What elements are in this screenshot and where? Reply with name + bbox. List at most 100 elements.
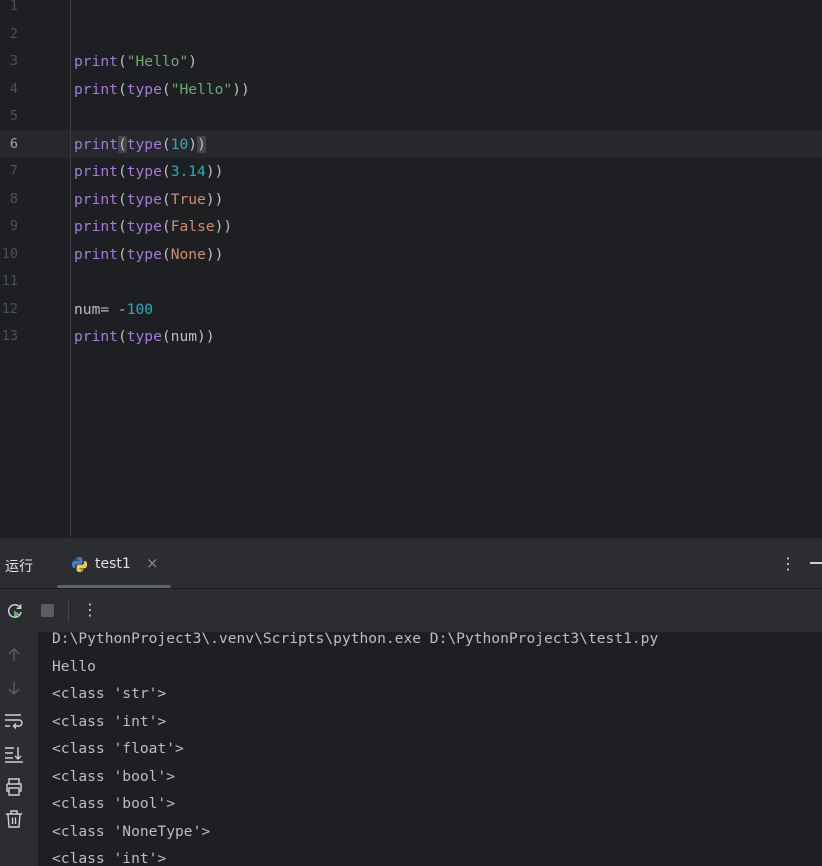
line-number: 8 [9,190,18,207]
paren-token: )) [214,218,233,235]
builtin-token: print [74,245,118,263]
code-line-current[interactable]: print(type(10)) [74,131,206,159]
paren-token: )) [232,80,250,98]
scroll-down-icon[interactable] [4,678,24,698]
line-number: 1 [9,0,18,14]
console-line-command: D:\PythonProject3\.venv\Scripts\python.e… [52,632,659,647]
paren-token: ( [161,135,171,153]
code-line[interactable]: num= -100 [74,296,153,324]
trash-icon[interactable] [4,809,24,829]
run-tool-window-header: 运行 test1 × ⋮ [0,537,822,588]
paren-token: ( [117,245,127,263]
code-line[interactable]: print("Hello") [74,48,197,76]
scroll-to-end-icon[interactable] [4,744,24,764]
line-number: 10 [1,245,18,262]
code-line[interactable]: print(type(num)) [74,323,215,351]
line-number: 7 [9,163,18,179]
builtin-token: print [74,328,118,345]
string-token: "Hello" [126,53,189,70]
paren-token: ( [117,328,127,345]
more-icon[interactable]: ⋮ [82,600,98,619]
gutter-divider [70,0,71,537]
console-line: <class 'float'> [52,740,184,757]
scroll-up-icon[interactable] [4,645,24,665]
console-line: <class 'NoneType'> [52,822,211,840]
assignment-token: num= - [74,300,127,318]
console-side-toolbar [0,632,38,866]
more-icon[interactable]: ⋮ [780,554,796,573]
code-line[interactable]: print(type("Hello")) [74,76,250,104]
run-tab-label: test1 [95,556,131,572]
number-token: 100 [126,300,154,318]
builtin-token: print [74,135,118,153]
line-number: 13 [1,328,18,344]
builtin-token: print [74,218,118,235]
line-number: 2 [9,25,18,42]
keyword-token: None [170,245,206,263]
run-tab-test1[interactable]: test1 × [57,538,171,588]
paren-token: )) [205,163,224,180]
python-file-icon [72,557,87,572]
rerun-icon[interactable] [6,602,24,620]
line-number: 11 [1,273,18,289]
code-editor[interactable]: 1 2 3 4 5 6 7 8 9 10 11 12 13 print("Hel… [0,0,822,537]
line-number: 4 [9,80,18,97]
number-token: 3.14 [170,163,206,180]
toolbar-divider [68,599,69,621]
console-line: <class 'bool'> [52,795,176,812]
console-line: <class 'int'> [52,712,167,730]
line-number: 12 [1,300,18,317]
paren-token: )) [205,190,224,208]
builtin-token: type [126,245,162,263]
builtin-token: print [74,53,118,70]
builtin-token: print [74,190,118,208]
paren-token: ( [161,218,171,235]
print-icon[interactable] [4,777,24,797]
builtin-token: type [126,80,162,98]
console-line: Hello [52,657,96,675]
matched-paren: ) [197,135,206,153]
console-line: <class 'int'> [52,850,167,866]
run-toolbar: ⋮ [0,588,822,632]
paren-token: ) [188,53,198,70]
stop-icon[interactable] [41,604,54,617]
paren-token: ( [117,163,127,180]
paren-token: ) [188,135,198,153]
line-number: 5 [9,108,18,124]
console-output[interactable]: D:\PythonProject3\.venv\Scripts\python.e… [38,632,822,866]
builtin-token: type [126,163,162,180]
paren-token: ( [161,190,171,208]
code-line[interactable]: print(type(False)) [74,213,232,241]
paren-token: ( [161,80,171,98]
builtin-token: print [74,163,118,180]
console-line: <class 'str'> [52,685,167,702]
paren-token: ( [161,245,171,263]
argument-token: (num)) [161,328,215,345]
minimize-icon[interactable] [810,562,822,564]
paren-token: ( [117,80,127,98]
code-line[interactable]: print(type(None)) [74,241,223,269]
paren-token: ( [161,163,171,180]
line-number-gutter: 1 2 3 4 5 6 7 8 9 10 11 12 13 [0,0,70,537]
close-icon[interactable]: × [146,554,159,572]
builtin-token: print [74,80,118,98]
matched-paren: ( [117,135,127,153]
console-line: <class 'bool'> [52,767,176,785]
builtin-token: type [126,328,162,345]
code-line[interactable]: print(type(3.14)) [74,158,223,186]
keyword-token: False [170,218,215,235]
paren-token: ( [117,53,127,70]
builtin-token: type [126,135,162,153]
line-number: 3 [9,53,18,69]
soft-wrap-icon[interactable] [4,711,24,731]
run-panel-title: 运行 [5,559,33,575]
builtin-token: type [126,218,162,235]
paren-token: )) [205,245,224,263]
paren-token: ( [117,218,127,235]
string-token: "Hello" [170,80,233,98]
code-line[interactable]: print(type(True)) [74,186,223,214]
builtin-token: type [126,190,162,208]
keyword-token: True [170,190,206,208]
line-number: 9 [9,218,18,234]
paren-token: ( [117,190,127,208]
